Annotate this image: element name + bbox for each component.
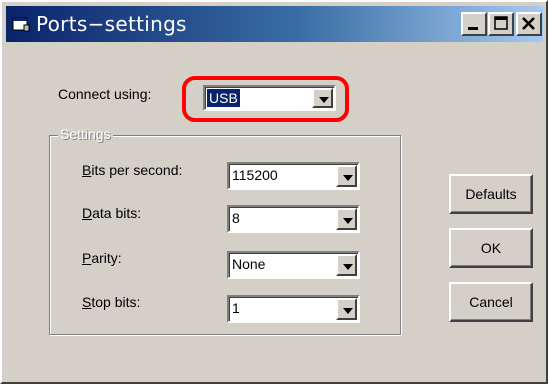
window-icon[interactable] [12, 16, 30, 32]
minimize-icon [468, 27, 478, 30]
dropdown-arrow-icon [343, 218, 353, 224]
bits-per-second-value: 115200 [232, 167, 278, 183]
parity-dropdown-button[interactable] [336, 254, 357, 276]
highlight-annotation [182, 76, 349, 122]
parity-select[interactable]: None [227, 251, 360, 279]
window-title: Ports−settings [36, 12, 187, 36]
bits-per-second-dropdown-button[interactable] [336, 165, 357, 187]
cancel-button[interactable]: Cancel [449, 282, 533, 322]
data-bits-label: Data bits: [82, 205, 142, 221]
maximize-icon [494, 16, 508, 30]
maximize-button[interactable] [488, 12, 514, 36]
parity-value: None [232, 256, 266, 272]
data-bits-dropdown-button[interactable] [336, 208, 357, 230]
title-bar[interactable]: Ports−settings [6, 6, 543, 42]
settings-group-legend: Settings [58, 126, 113, 142]
data-bits-select[interactable]: 8 [227, 205, 360, 233]
stop-bits-select[interactable]: 1 [227, 295, 360, 323]
ok-button[interactable]: OK [449, 228, 533, 268]
bits-per-second-label: Bits per second: [82, 162, 183, 178]
stop-bits-value: 1 [232, 300, 240, 316]
stop-bits-label: Stop bits: [82, 294, 141, 310]
defaults-button[interactable]: Defaults [449, 174, 533, 214]
data-bits-value: 8 [232, 210, 240, 226]
ports-settings-window: Ports−settings Connect using: USB Settin… [0, 0, 548, 384]
minimize-button[interactable] [461, 12, 487, 36]
dropdown-arrow-icon [343, 175, 353, 181]
parity-label: Parity: [82, 250, 122, 266]
dropdown-arrow-icon [343, 308, 353, 314]
close-icon [522, 17, 535, 30]
close-button[interactable] [516, 12, 542, 36]
connect-using-label: Connect using: [58, 86, 152, 102]
stop-bits-dropdown-button[interactable] [336, 298, 357, 320]
bits-per-second-select[interactable]: 115200 [227, 162, 360, 190]
dropdown-arrow-icon [343, 264, 353, 270]
